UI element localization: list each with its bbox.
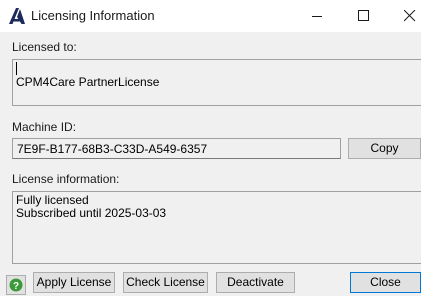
maximize-icon	[358, 10, 369, 21]
licensed-to-value: CPM4Care PartnerLicense	[16, 75, 160, 89]
close-window-button[interactable]	[387, 0, 421, 32]
title-bar[interactable]: Licensing Information	[0, 0, 421, 32]
dialog-body: Licensed to: CPM4Care PartnerLicense Mac…	[0, 32, 421, 296]
deactivate-button[interactable]: Deactivate	[216, 272, 295, 293]
minimize-button[interactable]	[295, 0, 341, 32]
check-license-button[interactable]: Check License	[123, 272, 208, 293]
copy-button[interactable]: Copy	[348, 138, 421, 159]
help-icon: ?	[9, 278, 23, 292]
close-button[interactable]: Close	[350, 272, 421, 293]
licensed-to-textarea[interactable]: CPM4Care PartnerLicense	[12, 59, 421, 106]
license-information-label: License information:	[12, 172, 120, 186]
app-logo-icon	[9, 8, 25, 24]
svg-text:?: ?	[13, 281, 19, 292]
license-information-textarea[interactable]: Fully licensed Subscribed until 2025-03-…	[12, 191, 421, 264]
close-icon	[404, 10, 416, 22]
window-title: Licensing Information	[31, 8, 155, 23]
license-subscription-line: Subscribed until 2025-03-03	[16, 206, 167, 220]
licensed-to-label: Licensed to:	[12, 40, 77, 54]
maximize-button[interactable]	[341, 0, 387, 32]
apply-license-button[interactable]: Apply License	[33, 272, 115, 293]
machine-id-field[interactable]: 7E9F-B177-68B3-C33D-A549-6357	[12, 138, 341, 159]
minimize-icon	[312, 16, 322, 17]
text-caret	[16, 62, 17, 75]
machine-id-label: Machine ID:	[12, 120, 77, 134]
help-button[interactable]: ?	[6, 275, 26, 295]
